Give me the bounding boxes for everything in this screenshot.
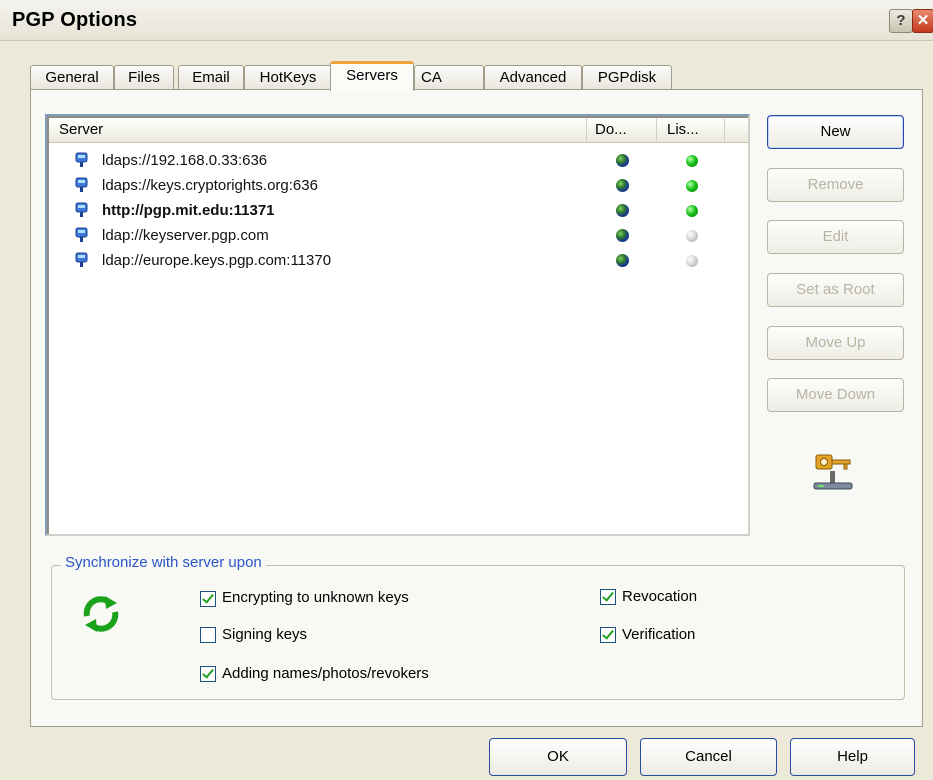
tab-email[interactable]: Email (178, 65, 244, 89)
close-icon[interactable]: ✕ (912, 9, 933, 33)
set-as-root-button[interactable]: Set as Root (767, 273, 904, 307)
server-name: ldap://europe.keys.pgp.com:11370 (102, 252, 332, 269)
listed-status-icon (686, 205, 698, 217)
adding-names-checkbox[interactable] (200, 666, 216, 682)
globe-icon (616, 229, 629, 242)
tab-files[interactable]: Files (114, 65, 174, 89)
ok-button[interactable]: OK (489, 738, 627, 776)
tab-hotkeys[interactable]: HotKeys (244, 65, 332, 89)
sync-icon (83, 596, 119, 632)
signing-keys-label: Signing keys (222, 626, 308, 643)
server-list[interactable]: Server Do... Lis... ldaps://192.168.0.33… (45, 114, 750, 536)
encrypting-unknown-keys-checkbox[interactable] (200, 591, 216, 607)
tab-ca[interactable]: CA (414, 65, 484, 89)
revocation-checkbox[interactable] (600, 589, 616, 605)
server-icon (75, 152, 88, 167)
globe-icon (616, 154, 629, 167)
tab-general[interactable]: General (30, 65, 114, 89)
move-up-button[interactable]: Move Up (767, 326, 904, 360)
window-title: PGP Options (12, 9, 138, 31)
help-question-icon[interactable]: ? (889, 9, 913, 33)
listed-status-icon (686, 255, 698, 267)
server-row[interactable]: ldaps://192.168.0.33:636 (75, 148, 725, 173)
server-icon (75, 227, 88, 242)
pgp-options-window: PGP Options ? ✕ General Files Email HotK… (0, 0, 933, 780)
revocation-label: Revocation (622, 588, 698, 605)
column-header-server[interactable]: Server (49, 118, 587, 142)
signing-keys-checkbox[interactable] (200, 627, 216, 643)
server-row[interactable]: ldap://europe.keys.pgp.com:11370 (75, 248, 725, 273)
column-header-do[interactable]: Do... (587, 118, 657, 142)
server-icon (75, 202, 88, 217)
new-button[interactable]: New (767, 115, 904, 149)
server-name: ldaps://192.168.0.33:636 (102, 152, 268, 169)
server-list-header: Server Do... Lis... (49, 118, 748, 143)
server-name: ldaps://keys.cryptorights.org:636 (102, 177, 318, 194)
verification-label: Verification (622, 626, 696, 643)
tab-pgpdisk[interactable]: PGPdisk (582, 65, 672, 89)
server-row[interactable]: ldap://keyserver.pgp.com (75, 223, 725, 248)
help-button[interactable]: Help (790, 738, 915, 776)
server-row[interactable]: http://pgp.mit.edu:11371 (75, 198, 725, 223)
server-name: http://pgp.mit.edu:11371 (102, 202, 275, 219)
verification-checkbox[interactable] (600, 627, 616, 643)
tab-servers[interactable]: Servers (330, 61, 414, 91)
globe-icon (616, 204, 629, 217)
key-server-icon (813, 454, 853, 490)
tab-advanced[interactable]: Advanced (484, 65, 582, 89)
server-name: ldap://keyserver.pgp.com (102, 227, 269, 244)
move-down-button[interactable]: Move Down (767, 378, 904, 412)
globe-icon (616, 254, 629, 267)
server-icon (75, 177, 88, 192)
server-row[interactable]: ldaps://keys.cryptorights.org:636 (75, 173, 725, 198)
title-bar[interactable]: PGP Options ? ✕ (0, 0, 933, 41)
listed-status-icon (686, 155, 698, 167)
listed-status-icon (686, 180, 698, 192)
synchronize-legend: Synchronize with server upon (61, 554, 266, 571)
adding-names-label: Adding names/photos/revokers (222, 665, 429, 682)
remove-button[interactable]: Remove (767, 168, 904, 202)
synchronize-groupbox (51, 565, 905, 700)
column-header-lis[interactable]: Lis... (657, 118, 725, 142)
server-icon (75, 252, 88, 267)
encrypting-unknown-keys-label: Encrypting to unknown keys (222, 589, 409, 606)
globe-icon (616, 179, 629, 192)
cancel-button[interactable]: Cancel (640, 738, 777, 776)
edit-button[interactable]: Edit (767, 220, 904, 254)
listed-status-icon (686, 230, 698, 242)
